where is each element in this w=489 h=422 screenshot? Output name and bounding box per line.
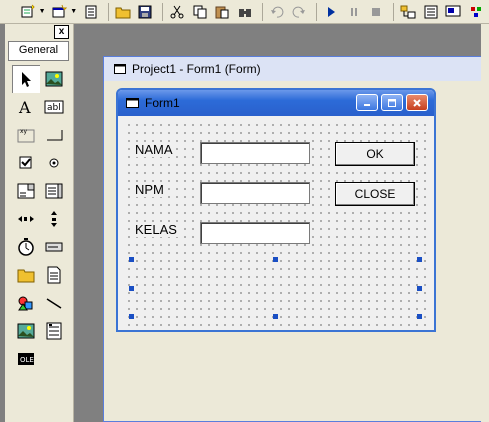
pointer-tool-icon[interactable] <box>12 65 40 93</box>
form-icon <box>114 64 126 74</box>
caption-buttons <box>356 94 428 111</box>
find-icon[interactable] <box>235 2 255 22</box>
add-form-icon[interactable] <box>50 2 70 22</box>
toolbox-close-button[interactable]: x <box>54 25 69 39</box>
form1-title: Form1 <box>145 96 180 110</box>
picturebox-tool-icon[interactable] <box>40 65 68 93</box>
toolbar-separator <box>162 2 164 21</box>
close-icon <box>413 98 421 107</box>
toolbar-separator <box>393 2 395 21</box>
paste-icon[interactable] <box>213 2 233 22</box>
npm-textbox[interactable] <box>200 182 310 204</box>
toolbox-panel: x General A abl xy OLE <box>5 24 74 422</box>
designer-window-title: Project1 - Form1 (Form) <box>132 62 261 76</box>
label-npm: NPM <box>133 182 166 197</box>
svg-text:A: A <box>18 98 31 117</box>
nama-textbox[interactable] <box>200 142 310 164</box>
textbox-tool-icon[interactable]: abl <box>40 93 68 121</box>
copy-icon[interactable] <box>190 2 210 22</box>
drivelistbox-tool-icon[interactable] <box>40 233 68 261</box>
timer-tool-icon[interactable] <box>12 233 40 261</box>
cut-icon[interactable] <box>167 2 187 22</box>
vertical-scrollbar[interactable] <box>481 24 489 422</box>
standard-toolbar: ▼ ▼ <box>0 0 489 24</box>
add-project-icon[interactable] <box>18 2 38 22</box>
start-icon[interactable] <box>321 2 341 22</box>
ok-button[interactable]: OK <box>335 142 415 166</box>
selection-handle[interactable] <box>417 286 422 291</box>
ole-tool-icon[interactable]: OLE <box>12 345 40 373</box>
menu-editor-icon[interactable] <box>81 2 101 22</box>
object-browser-icon[interactable] <box>466 2 486 22</box>
maximize-button[interactable] <box>381 94 403 111</box>
selection-handle[interactable] <box>417 314 422 319</box>
break-icon[interactable] <box>344 2 364 22</box>
form1-client-area[interactable]: NAMA NPM KELAS OK CLOSE <box>122 118 430 326</box>
dirlistbox-tool-icon[interactable] <box>12 261 40 289</box>
toolbox-tab-general[interactable]: General <box>8 41 69 61</box>
hscrollbar-tool-icon[interactable] <box>12 205 40 233</box>
frame-tool-icon[interactable]: xy <box>12 121 40 149</box>
label-nama: NAMA <box>133 142 175 157</box>
save-icon[interactable] <box>136 2 156 22</box>
open-folder-icon[interactable] <box>113 2 133 22</box>
selection-handle[interactable] <box>129 314 134 319</box>
project-explorer-icon[interactable] <box>398 2 418 22</box>
toolbar-separator <box>261 2 263 21</box>
filelistbox-tool-icon[interactable] <box>40 261 68 289</box>
image-tool-icon[interactable] <box>12 317 40 345</box>
close-button[interactable] <box>406 94 428 111</box>
form-layout-icon[interactable] <box>444 2 464 22</box>
combobox-tool-icon[interactable] <box>12 177 40 205</box>
selection-handle[interactable] <box>273 314 278 319</box>
designer-window-titlebar[interactable]: Project1 - Form1 (Form) <box>104 57 488 81</box>
toolbox-grid: A abl xy OLE <box>12 65 68 373</box>
minimize-icon <box>364 103 370 106</box>
label-tool-icon[interactable]: A <box>12 93 40 121</box>
undo-icon[interactable] <box>267 2 287 22</box>
commandbutton-tool-icon[interactable] <box>40 121 68 149</box>
maximize-icon <box>388 98 396 107</box>
kelas-textbox[interactable] <box>200 222 310 244</box>
selection-handle[interactable] <box>129 286 134 291</box>
toolbar-separator <box>107 2 109 21</box>
selection-handle[interactable] <box>417 257 422 262</box>
line-tool-icon[interactable] <box>40 289 68 317</box>
form1-titlebar[interactable]: Form1 <box>118 90 434 116</box>
form1-window[interactable]: Form1 NAMA NPM KELAS OK CLOSE <box>116 88 436 332</box>
checkbox-tool-icon[interactable] <box>12 149 40 177</box>
optionbutton-tool-icon[interactable] <box>40 149 68 177</box>
svg-text:OLE: OLE <box>20 356 34 364</box>
vscrollbar-tool-icon[interactable] <box>40 205 68 233</box>
form-icon <box>126 98 139 108</box>
selection-handle[interactable] <box>129 257 134 262</box>
svg-text:abl: abl <box>47 103 61 113</box>
label-kelas: KELAS <box>133 222 179 237</box>
redo-icon[interactable] <box>290 2 310 22</box>
svg-text:xy: xy <box>20 128 28 135</box>
properties-window-icon[interactable] <box>421 2 441 22</box>
end-icon[interactable] <box>367 2 387 22</box>
minimize-button[interactable] <box>356 94 378 111</box>
toolbar-separator <box>316 2 318 21</box>
data-tool-icon[interactable] <box>40 317 68 345</box>
listbox-tool-icon[interactable] <box>40 177 68 205</box>
shape-tool-icon[interactable] <box>12 289 40 317</box>
selection-handle[interactable] <box>273 257 278 262</box>
close-form-button[interactable]: CLOSE <box>335 182 415 206</box>
